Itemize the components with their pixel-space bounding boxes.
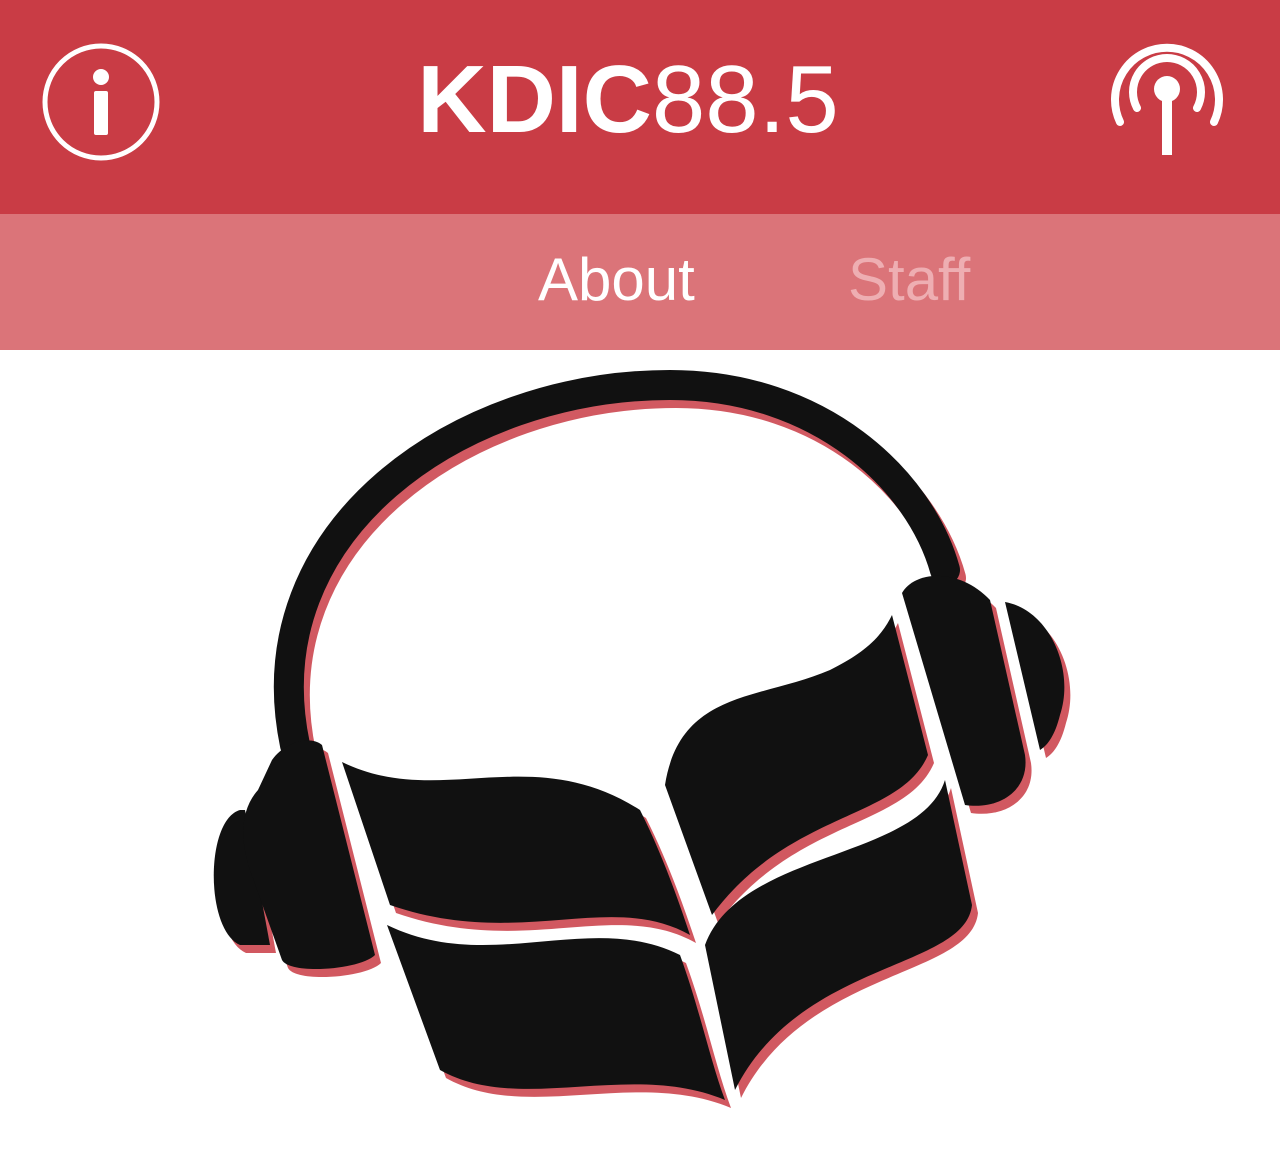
tab-staff[interactable]: Staff [848, 240, 970, 320]
station-name: KDIC [417, 46, 652, 153]
app-title: KDIC88.5 [0, 40, 1256, 160]
station-frequency: 88.5 [651, 46, 839, 153]
segmented-tab-bar: About Staff [0, 214, 1280, 350]
headphones-book-logo [200, 370, 1080, 1130]
broadcast-button[interactable] [1110, 42, 1224, 160]
broadcast-antenna-icon [1111, 43, 1223, 155]
header-bar: KDIC88.5 [0, 0, 1280, 214]
tab-about[interactable]: About [538, 240, 695, 320]
